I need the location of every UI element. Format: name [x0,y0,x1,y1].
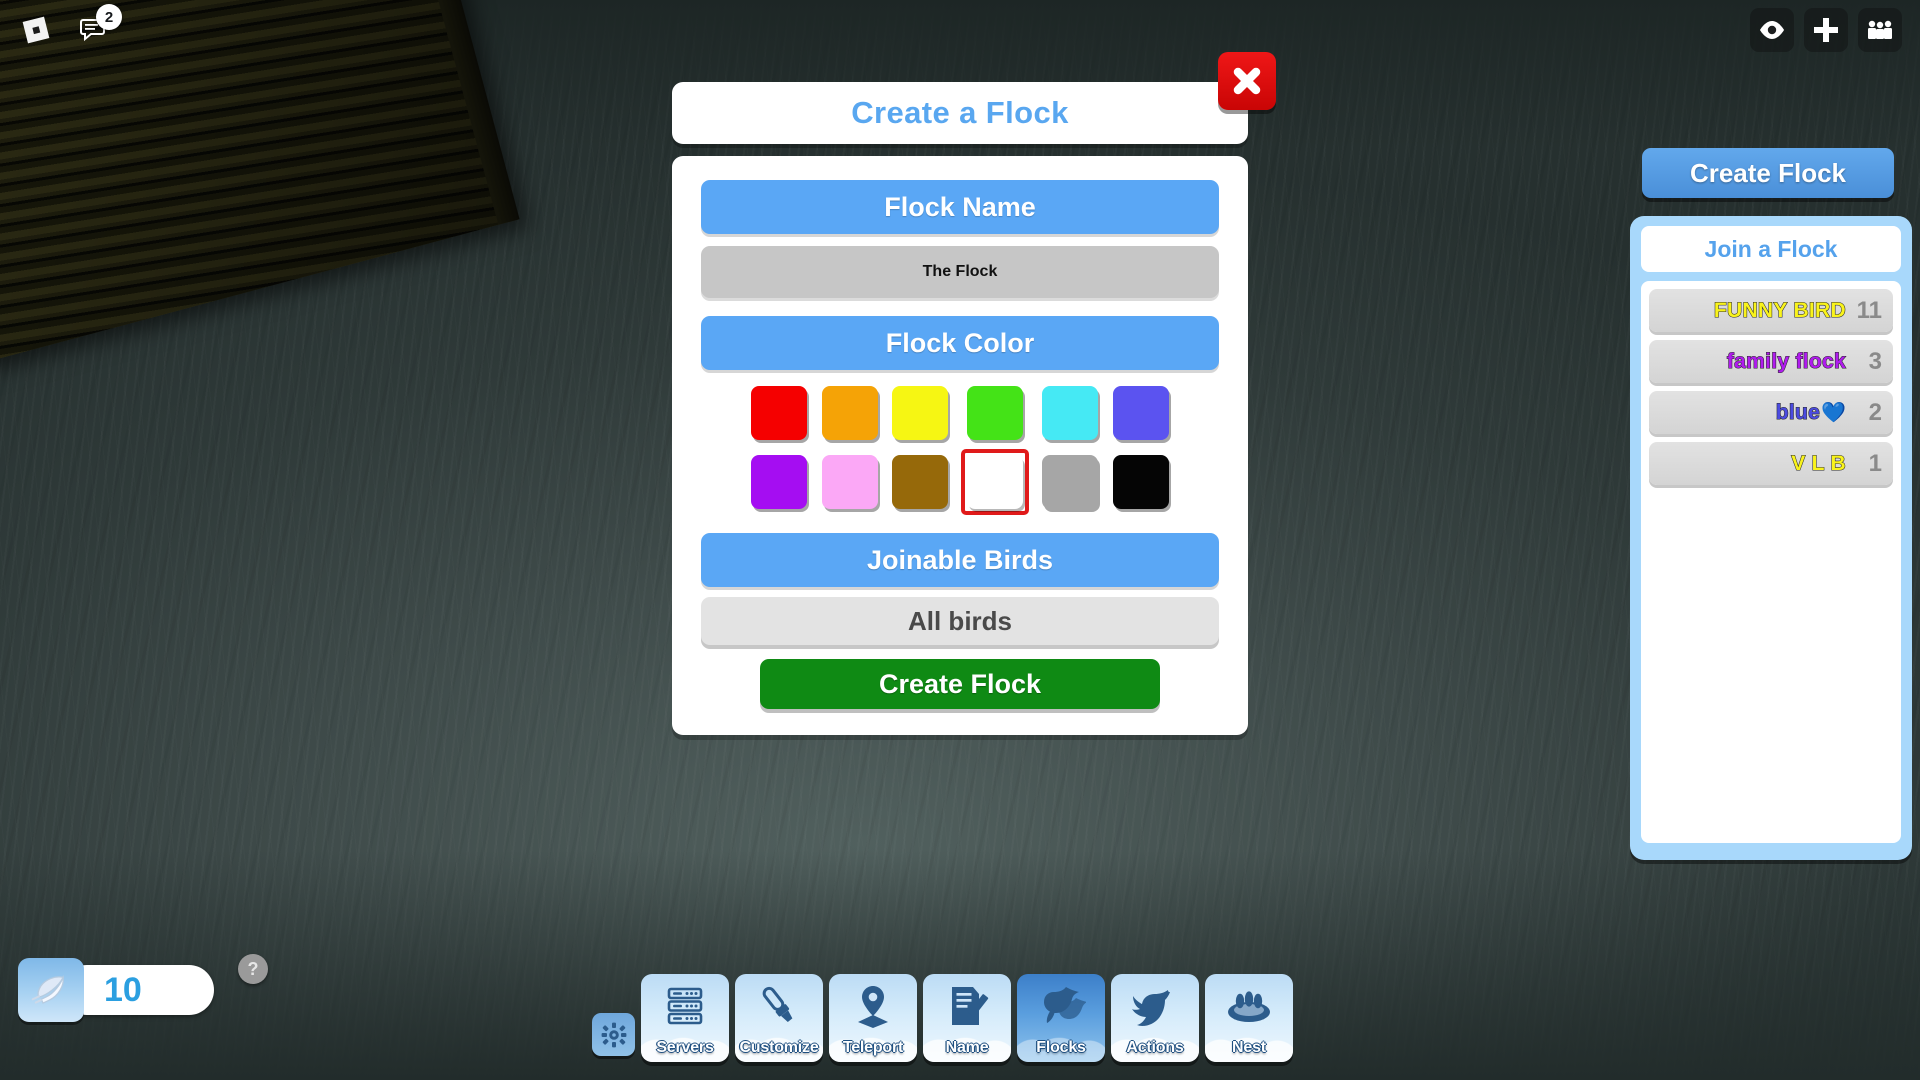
color-swatch-fill [1112,455,1169,509]
dialog-title-bar: Create a Flock [672,82,1248,144]
flock-name-label: FUNNY BIRD [1713,298,1846,322]
blue-heart-icon: 💙 [1821,401,1846,424]
flock-color-grid [750,386,1170,515]
map-pin-icon [829,979,917,1033]
color-swatch-fill [821,455,878,509]
paintbrush-icon [735,979,823,1033]
toolbar-button-actions[interactable]: Actions [1111,974,1199,1062]
color-swatch-orange[interactable] [820,386,878,440]
create-flock-side-button[interactable]: Create Flock [1642,148,1894,198]
toolbar-button-flocks[interactable]: Flocks [1017,974,1105,1062]
dialog-body: Flock Name The Flock Flock Color Joinabl… [672,156,1248,735]
flock-list[interactable]: FUNNY BIRD 11 family flock 3 blue 💙 2 V L B 1 [1641,281,1901,843]
roblox-logo-icon[interactable] [14,8,58,52]
toolbar-button-label: Nest [1232,1039,1266,1056]
toolbar-button-label: Customize [739,1039,819,1056]
flock-member-count: 11 [1856,296,1882,324]
joinable-birds-header: Joinable Birds [701,533,1219,587]
join-flock-header: Join a Flock [1641,226,1901,272]
color-swatch-fill [1112,386,1169,440]
color-swatch-brown[interactable] [891,449,949,515]
flock-member-count: 3 [1868,347,1882,375]
color-swatch-pink[interactable] [820,449,878,515]
color-swatch-fill [967,386,1024,440]
color-swatch-green[interactable] [961,386,1029,440]
toolbar-button-nest[interactable]: Nest [1205,974,1293,1062]
color-swatch-gray[interactable] [1041,449,1099,515]
flock-member-count: 2 [1868,398,1882,426]
create-flock-button[interactable]: Create Flock [760,659,1160,709]
color-swatch-yellow[interactable] [891,386,949,440]
color-swatch-purple[interactable] [750,449,808,515]
birds-icon [1017,979,1105,1033]
toolbar-button-label: Name [945,1039,989,1056]
flock-list-item[interactable]: FUNNY BIRD 11 [1649,289,1893,332]
toolbar-button-name[interactable]: Name [923,974,1011,1062]
flock-list-item[interactable]: family flock 3 [1649,340,1893,383]
color-swatch-fill [1042,386,1099,440]
joinable-birds-value: All birds [907,605,1012,636]
create-flock-side-label: Create Flock [1689,157,1847,188]
bottom-toolbar: Servers Customize Teleport Name Flocks Action… [592,974,1293,1062]
color-swatch-fill [891,455,948,509]
eye-icon[interactable] [1750,8,1794,52]
color-swatch-cyan[interactable] [1041,386,1099,440]
join-flock-panel: Join a Flock FUNNY BIRD 11 family flock 3 bl… [1630,216,1912,860]
players-icon[interactable] [1858,8,1902,52]
feather-count: 10 [104,970,142,1009]
flock-list-item[interactable]: blue 💙 2 [1649,391,1893,434]
close-icon[interactable] [1218,52,1276,110]
color-swatch-fill [891,386,948,440]
flock-name-label: blue [1775,400,1821,424]
note-pencil-icon [923,979,1011,1033]
feather-icon[interactable] [18,958,84,1022]
server-rack-icon [641,979,729,1033]
toolbar-button-label: Teleport [842,1039,904,1056]
joinable-birds-dropdown[interactable]: All birds [701,597,1219,645]
color-swatch-black[interactable] [1112,449,1170,515]
page-title: Create a Flock [851,95,1069,130]
create-flock-dialog: Create a Flock Flock Name The Flock Floc… [672,82,1248,735]
bird-icon [1111,979,1199,1033]
toolbar-button-label: Servers [656,1039,714,1056]
flock-list-item[interactable]: V L B 1 [1649,442,1893,485]
color-swatch-fill [967,455,1024,509]
help-badge[interactable]: ? [238,954,268,984]
toolbar-button-label: Actions [1126,1039,1184,1056]
toolbar-button-label: Flocks [1036,1039,1086,1056]
flock-member-count: 1 [1868,449,1882,477]
flock-name-input[interactable]: The Flock [701,246,1219,298]
plus-icon[interactable] [1804,8,1848,52]
chat-unread-badge: 2 [96,4,122,30]
flock-name-label: family flock [1726,349,1846,373]
flock-name-header: Flock Name [701,180,1219,234]
flock-color-header: Flock Color [701,316,1219,370]
create-flock-button-label: Create Flock [878,668,1042,699]
nest-icon [1205,979,1293,1033]
flock-name-value: The Flock [922,263,998,280]
currency-pill: 10 [62,965,214,1015]
flock-name-label: V L B [1791,451,1847,475]
gear-icon[interactable] [592,1013,635,1056]
color-swatch-blue-violet[interactable] [1112,386,1170,440]
color-swatch-fill [751,455,808,509]
toolbar-button-teleport[interactable]: Teleport [829,974,917,1062]
toolbar-button-servers[interactable]: Servers [641,974,729,1062]
color-swatch-fill [1042,455,1099,509]
color-swatch-white[interactable] [961,449,1030,515]
color-swatch-red[interactable] [750,386,808,440]
color-swatch-fill [821,386,878,440]
color-swatch-fill [751,386,808,440]
toolbar-button-customize[interactable]: Customize [735,974,823,1062]
